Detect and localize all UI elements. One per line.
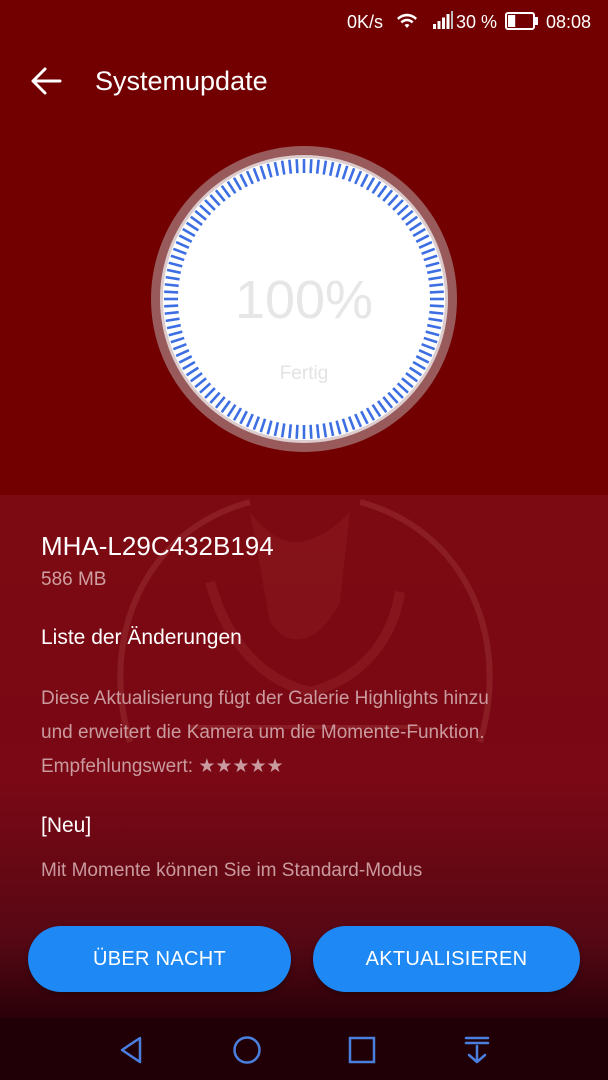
nav-notification-button[interactable] [461, 1034, 493, 1066]
progress-tick [315, 424, 320, 439]
clock: 08:08 [546, 12, 592, 32]
nav-recents-button[interactable] [346, 1034, 378, 1066]
progress-status: Fertig [279, 363, 329, 384]
battery-icon [505, 12, 539, 36]
changes-line: und erweitert die Kamera um die Momente-… [41, 722, 485, 743]
status-bar: 0K/s 30 % 08:08 [0, 0, 608, 44]
network-speed: 0K/s [347, 12, 384, 32]
nav-back-button[interactable] [116, 1034, 148, 1066]
battery-percent: 30 % [456, 12, 498, 32]
changes-line: Diese Aktualisierung fügt der Galerie Hi… [41, 688, 489, 709]
update-now-button[interactable]: AKTUALISIEREN [313, 926, 580, 992]
progress-tick [315, 159, 320, 174]
nav-recents-icon [348, 1036, 376, 1064]
install-overnight-button[interactable]: ÜBER NACHT [28, 926, 291, 992]
progress-percent: 100% [234, 270, 374, 330]
version-name: MHA-L29C432B194 [41, 531, 274, 561]
wifi-icon [396, 11, 418, 35]
nav-back-icon [120, 1036, 142, 1064]
update-size: 586 MB [41, 569, 107, 590]
navigation-bar [0, 1018, 608, 1080]
new-features-heading: [Neu] [41, 814, 92, 837]
progress-tick [295, 424, 299, 439]
progress-tick [295, 159, 299, 174]
arrow-left-icon [31, 67, 62, 95]
page-title: Systemupdate [95, 66, 268, 96]
progress-tick [288, 159, 293, 174]
changes-heading: Liste der Änderungen [41, 626, 242, 649]
changes-description: Diese Aktualisierung fügt der Galerie Hi… [41, 682, 581, 784]
signal-icon [433, 11, 453, 35]
back-button[interactable] [24, 58, 68, 104]
nav-home-icon [233, 1036, 261, 1064]
progress-tick [309, 424, 313, 439]
new-features-text: Mit Momente können Sie im Standard-Modus [41, 860, 423, 881]
nav-home-button[interactable] [231, 1034, 263, 1066]
progress-tick [309, 159, 313, 174]
recommendation-rating: Empfehlungswert: ★★★★★ [41, 756, 284, 777]
progress-tick [288, 424, 293, 439]
nav-notification-icon [464, 1036, 490, 1064]
